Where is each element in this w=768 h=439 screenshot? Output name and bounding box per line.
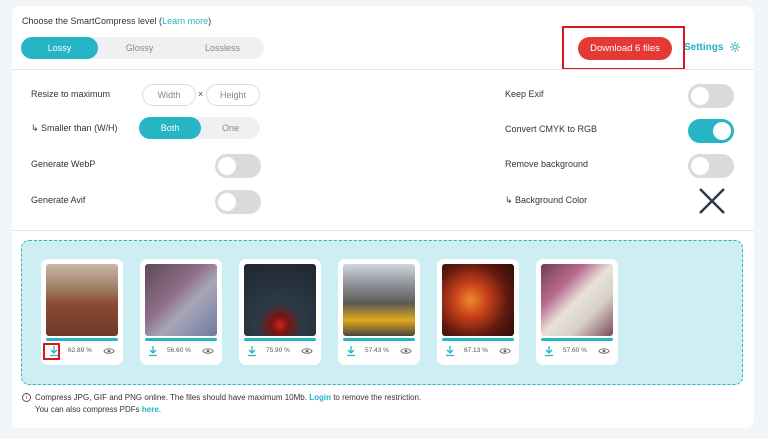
progress-bar bbox=[442, 338, 514, 341]
progress-bar bbox=[46, 338, 118, 341]
level-label-suffix: ) bbox=[208, 16, 212, 26]
eye-icon[interactable] bbox=[301, 347, 313, 355]
remove-background-label: Remove background bbox=[505, 159, 589, 169]
file-card: 75.90 % bbox=[239, 259, 321, 365]
file-thumbnail bbox=[343, 264, 415, 336]
progress-bar bbox=[244, 338, 316, 341]
file-card: 67.13 % bbox=[437, 259, 519, 365]
no-color-x-icon[interactable] bbox=[697, 186, 727, 216]
smaller-than-toggle: Both One bbox=[139, 117, 260, 139]
progress-bar bbox=[541, 338, 613, 341]
eye-icon[interactable] bbox=[202, 347, 214, 355]
download-icon-highlight bbox=[43, 343, 60, 360]
eye-icon[interactable] bbox=[598, 347, 610, 355]
eye-icon[interactable] bbox=[400, 347, 412, 355]
login-link[interactable]: Login bbox=[309, 393, 331, 402]
divider-mid bbox=[12, 230, 754, 231]
download-button[interactable]: Download 6 files bbox=[578, 37, 672, 60]
file-card: 57.60 % bbox=[536, 259, 618, 365]
level-tabs: Lossy Glossy Lossless bbox=[21, 37, 264, 59]
settings-link[interactable]: Settings bbox=[684, 42, 723, 53]
progress-bar bbox=[343, 338, 415, 341]
avif-toggle[interactable] bbox=[215, 190, 261, 214]
note-pdf-period: . bbox=[158, 405, 162, 414]
option-both[interactable]: Both bbox=[139, 117, 201, 139]
compression-percent: 62.89 % bbox=[68, 347, 92, 354]
download-icon[interactable] bbox=[147, 345, 159, 357]
generate-webp-label: Generate WebP bbox=[31, 159, 96, 169]
note-text-2: to remove the restriction. bbox=[330, 393, 422, 402]
resize-label: Resize to maximum bbox=[31, 89, 111, 99]
compression-percent: 67.13 % bbox=[464, 347, 488, 354]
info-icon: i bbox=[22, 393, 31, 402]
tab-glossy[interactable]: Glossy bbox=[98, 37, 181, 59]
toggle-knob bbox=[691, 157, 709, 175]
download-icon[interactable] bbox=[543, 345, 555, 357]
info-note: Compress JPG, GIF and PNG online. The fi… bbox=[35, 393, 421, 402]
file-thumbnail bbox=[145, 264, 217, 336]
eye-icon[interactable] bbox=[103, 347, 115, 355]
toggle-knob bbox=[691, 87, 709, 105]
file-thumbnail bbox=[244, 264, 316, 336]
file-card: 57.43 % bbox=[338, 259, 420, 365]
compression-percent: 57.43 % bbox=[365, 347, 389, 354]
convert-cmyk-label: Convert CMYK to RGB bbox=[505, 124, 598, 134]
remove-background-toggle[interactable] bbox=[688, 154, 734, 178]
divider-top bbox=[12, 69, 754, 70]
compression-percent: 57.60 % bbox=[563, 347, 587, 354]
level-label-text: Choose the SmartCompress level ( bbox=[22, 16, 163, 26]
compression-percent: 75.90 % bbox=[266, 347, 290, 354]
keep-exif-label: Keep Exif bbox=[505, 89, 544, 99]
file-thumbnail bbox=[442, 264, 514, 336]
toggle-knob bbox=[713, 122, 731, 140]
webp-toggle[interactable] bbox=[215, 154, 261, 178]
smaller-than-label: ↳ Smaller than (W/H) bbox=[31, 123, 118, 133]
width-input[interactable]: Width bbox=[142, 84, 196, 106]
compress-level-label: Choose the SmartCompress level (Learn mo… bbox=[22, 16, 211, 26]
download-icon[interactable] bbox=[246, 345, 258, 357]
info-note-pdf: You can also compress PDFs here. bbox=[35, 405, 161, 414]
compression-percent: 56.60 % bbox=[167, 347, 191, 354]
file-thumbnail bbox=[46, 264, 118, 336]
background-color-label: ↳ Background Color bbox=[505, 195, 588, 205]
toggle-knob bbox=[218, 193, 236, 211]
note-text: Compress JPG, GIF and PNG online. The fi… bbox=[35, 393, 310, 402]
progress-bar bbox=[145, 338, 217, 341]
eye-icon[interactable] bbox=[499, 347, 511, 355]
exif-toggle[interactable] bbox=[688, 84, 734, 108]
tab-lossless[interactable]: Lossless bbox=[181, 37, 264, 59]
pdf-here-link[interactable]: here bbox=[142, 405, 159, 414]
download-icon[interactable] bbox=[444, 345, 456, 357]
file-thumbnail bbox=[541, 264, 613, 336]
height-input[interactable]: Height bbox=[206, 84, 260, 106]
cmyk-toggle[interactable] bbox=[688, 119, 734, 143]
generate-avif-label: Generate Avif bbox=[31, 195, 86, 205]
times-sign: × bbox=[198, 89, 204, 99]
option-one[interactable]: One bbox=[201, 117, 260, 139]
note-pdf-text: You can also compress PDFs bbox=[35, 405, 142, 414]
toggle-knob bbox=[218, 157, 236, 175]
gear-icon[interactable] bbox=[729, 41, 741, 53]
download-icon[interactable] bbox=[345, 345, 357, 357]
tab-lossy[interactable]: Lossy bbox=[21, 37, 98, 59]
file-card: 56.60 % bbox=[140, 259, 222, 365]
learn-more-link[interactable]: Learn more bbox=[162, 16, 208, 26]
